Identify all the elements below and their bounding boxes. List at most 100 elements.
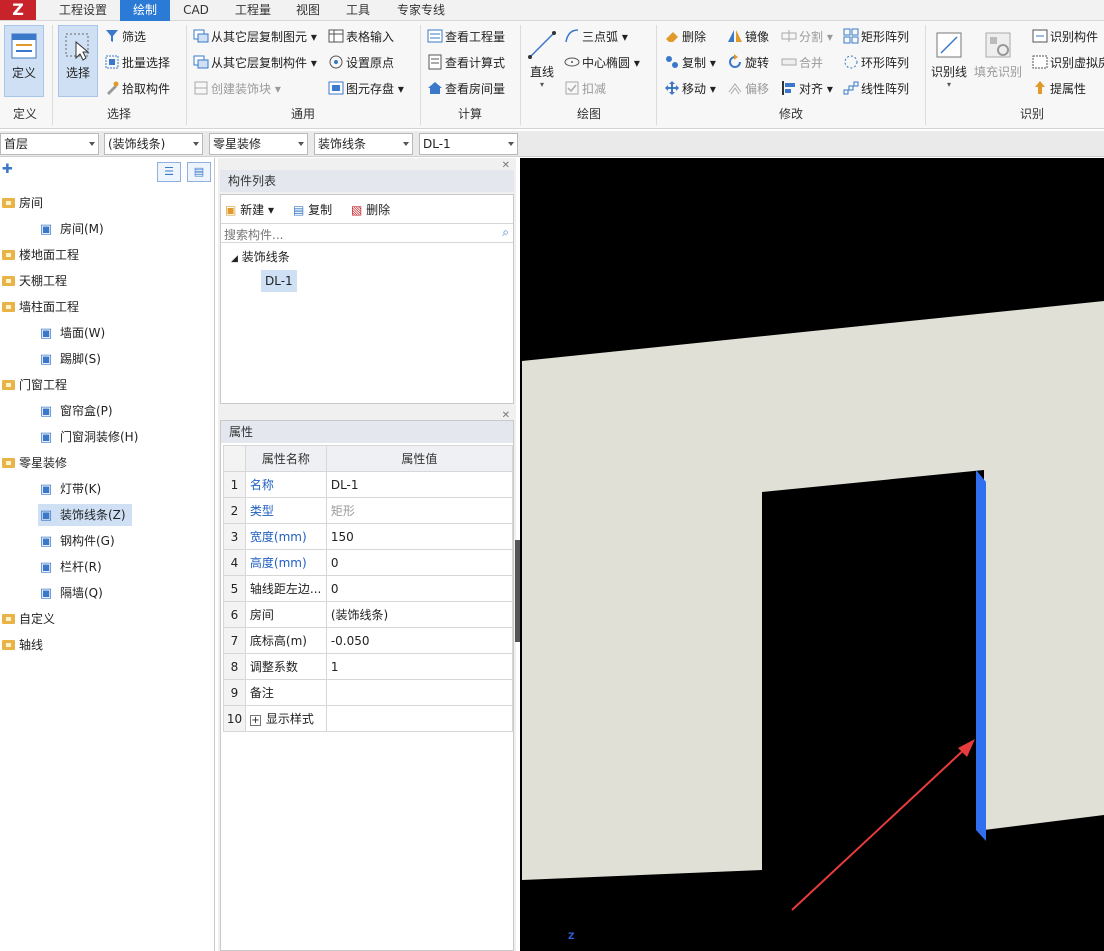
tree-item[interactable]: ▣ 踢脚(S) bbox=[38, 348, 107, 370]
new-component-button[interactable]: ▣ 新建 ▾ bbox=[225, 199, 274, 221]
move-button[interactable]: 移动 ▾ bbox=[664, 78, 716, 100]
save-element-button[interactable]: 图元存盘 ▾ bbox=[328, 78, 404, 100]
property-value[interactable]: (装饰线条) bbox=[325, 601, 514, 628]
merge-button[interactable]: 合并 bbox=[781, 52, 823, 74]
three-point-arc-button[interactable]: 三点弧 ▾ bbox=[564, 26, 628, 48]
mirror-button[interactable]: 镜像 bbox=[727, 26, 769, 48]
drawing-viewport[interactable]: Z bbox=[520, 158, 1104, 951]
recognize-virtual-button[interactable]: 识别虚拟房 bbox=[1032, 52, 1104, 74]
detail-view-icon[interactable]: ▤ bbox=[187, 162, 211, 182]
property-row[interactable]: 4 高度(mm) 0 bbox=[223, 549, 514, 576]
recognize-component-button[interactable]: 识别构件 bbox=[1032, 26, 1098, 48]
search-icon[interactable]: ⌕ bbox=[502, 225, 509, 240]
recognize-line-button[interactable]: 识别线 ▾ bbox=[929, 25, 969, 97]
tree-item[interactable]: ▣ 灯带(K) bbox=[38, 478, 107, 500]
floor-select[interactable]: 首层 bbox=[0, 133, 99, 155]
property-value[interactable]: 矩形 bbox=[325, 497, 514, 524]
room-select[interactable]: (装饰线条) bbox=[104, 133, 203, 155]
3d-scene[interactable] bbox=[520, 158, 1104, 951]
ring-array-button[interactable]: 环形阵列 bbox=[843, 52, 909, 74]
tree-item[interactable]: ▣ 钢构件(G) bbox=[38, 530, 121, 552]
rect-array-button[interactable]: 矩形阵列 bbox=[843, 26, 909, 48]
center-ellipse-button[interactable]: 中心椭圆 ▾ bbox=[564, 52, 640, 74]
tree-folder[interactable]: 自定义 bbox=[2, 608, 55, 630]
decorative-line-strip[interactable] bbox=[976, 470, 986, 841]
type-select[interactable]: 装饰线条 bbox=[314, 133, 413, 155]
component-item-dl1[interactable]: DL-1 bbox=[261, 270, 297, 292]
tree-item[interactable]: ▣ 隔墙(Q) bbox=[38, 582, 109, 604]
property-value[interactable] bbox=[325, 705, 514, 732]
view-room-button[interactable]: 查看房间量 bbox=[427, 78, 505, 100]
property-row[interactable]: 3 宽度(mm) 150 bbox=[223, 523, 514, 550]
property-value[interactable] bbox=[325, 679, 514, 706]
component-select[interactable]: DL-1 bbox=[419, 133, 518, 155]
tree-folder[interactable]: 门窗工程 bbox=[2, 374, 67, 396]
linear-array-button[interactable]: 线性阵列 bbox=[843, 78, 909, 100]
batch-select-button[interactable]: 批量选择 bbox=[104, 52, 170, 74]
define-button[interactable]: 定义 bbox=[4, 25, 44, 97]
property-row[interactable]: 2 类型 矩形 bbox=[223, 497, 514, 524]
tree-item[interactable]: ▣ 房间(M) bbox=[38, 218, 110, 240]
extract-attr-button[interactable]: 提属性 bbox=[1032, 78, 1086, 100]
component-search-input[interactable]: 搜索构件... ⌕ bbox=[221, 223, 513, 243]
select-button[interactable]: 选择 bbox=[58, 25, 98, 97]
tree-item[interactable]: ▣ 窗帘盒(P) bbox=[38, 400, 119, 422]
property-value[interactable]: 1 bbox=[325, 653, 514, 680]
view-quantity-button[interactable]: 查看工程量 bbox=[427, 26, 505, 48]
set-origin-button[interactable]: 设置原点 bbox=[328, 52, 394, 74]
copy-button[interactable]: 复制 ▾ bbox=[664, 52, 716, 74]
expand-all-icon[interactable]: ✚ bbox=[2, 162, 13, 177]
align-button[interactable]: 对齐 ▾ bbox=[781, 78, 833, 100]
expand-icon[interactable]: + bbox=[249, 715, 261, 726]
wall-face[interactable] bbox=[522, 301, 1104, 880]
view-formula-button[interactable]: 查看计算式 bbox=[427, 52, 505, 74]
property-value[interactable]: 0 bbox=[325, 549, 514, 576]
tab-expert[interactable]: 专家专线 bbox=[388, 0, 454, 21]
property-value[interactable]: DL-1 bbox=[325, 471, 514, 498]
offset-button[interactable]: 偏移 bbox=[727, 78, 769, 100]
property-value[interactable]: 0 bbox=[325, 575, 514, 602]
tree-item[interactable]: ▣ 墙面(W) bbox=[38, 322, 111, 344]
tab-view[interactable]: 视图 bbox=[286, 0, 330, 21]
property-row[interactable]: 6 房间 (装饰线条) bbox=[223, 601, 514, 628]
tree-folder[interactable]: 墙柱面工程 bbox=[2, 296, 79, 318]
copy-component-list-button[interactable]: ▤ 复制 bbox=[293, 199, 332, 221]
deduct-button[interactable]: 扣减 bbox=[564, 78, 606, 100]
category-select[interactable]: 零星装修 bbox=[209, 133, 308, 155]
tab-draw[interactable]: 绘制 bbox=[120, 0, 170, 21]
property-row[interactable]: 1 名称 DL-1 bbox=[223, 471, 514, 498]
property-row[interactable]: 9 备注 bbox=[223, 679, 514, 706]
tab-tools[interactable]: 工具 bbox=[334, 0, 382, 21]
list-view-icon[interactable]: ☰ bbox=[157, 162, 181, 182]
tree-folder[interactable]: 天棚工程 bbox=[2, 270, 67, 292]
component-group[interactable]: ◢ 装饰线条 bbox=[231, 247, 290, 267]
tab-quantity[interactable]: 工程量 bbox=[224, 0, 282, 21]
delete-component-button[interactable]: ▧ 删除 bbox=[351, 199, 390, 221]
tree-folder[interactable]: 楼地面工程 bbox=[2, 244, 79, 266]
property-value[interactable]: -0.050 bbox=[325, 627, 514, 654]
property-value[interactable]: 150 bbox=[325, 523, 514, 550]
pick-component-button[interactable]: 拾取构件 bbox=[104, 78, 170, 100]
tree-folder[interactable]: 零星装修 bbox=[2, 452, 67, 474]
split-button[interactable]: 分割 ▾ bbox=[781, 26, 833, 48]
tree-folder[interactable]: 轴线 bbox=[2, 634, 43, 656]
tab-cad[interactable]: CAD bbox=[174, 0, 218, 21]
create-deco-button[interactable]: 创建装饰块 ▾ bbox=[193, 78, 281, 100]
line-button[interactable]: 直线 ▾ bbox=[524, 25, 560, 97]
copy-from-floor-button[interactable]: 从其它层复制图元 ▾ bbox=[193, 26, 317, 48]
tree-folder[interactable]: 房间 bbox=[2, 192, 43, 214]
fill-recognize-button[interactable]: 填充识别 bbox=[972, 25, 1024, 97]
tree-item[interactable]: ▣ 门窗洞装修(H) bbox=[38, 426, 144, 448]
delete-button[interactable]: 删除 bbox=[664, 26, 706, 48]
table-input-button[interactable]: 表格输入 bbox=[328, 26, 394, 48]
rotate-button[interactable]: 旋转 bbox=[727, 52, 769, 74]
tree-item[interactable]: ▣ 栏杆(R) bbox=[38, 556, 108, 578]
property-row[interactable]: 7 底标高(m) -0.050 bbox=[223, 627, 514, 654]
copy-component-button[interactable]: 从其它层复制构件 ▾ bbox=[193, 52, 317, 74]
property-row[interactable]: 8 调整系数 1 bbox=[223, 653, 514, 680]
property-row[interactable]: 10 + 显示样式 bbox=[223, 705, 514, 732]
property-row[interactable]: 5 轴线距左边... 0 bbox=[223, 575, 514, 602]
tab-project-settings[interactable]: 工程设置 bbox=[50, 0, 116, 21]
filter-button[interactable]: 筛选 bbox=[104, 26, 146, 48]
tree-item[interactable]: ▣ 装饰线条(Z) bbox=[38, 504, 132, 526]
